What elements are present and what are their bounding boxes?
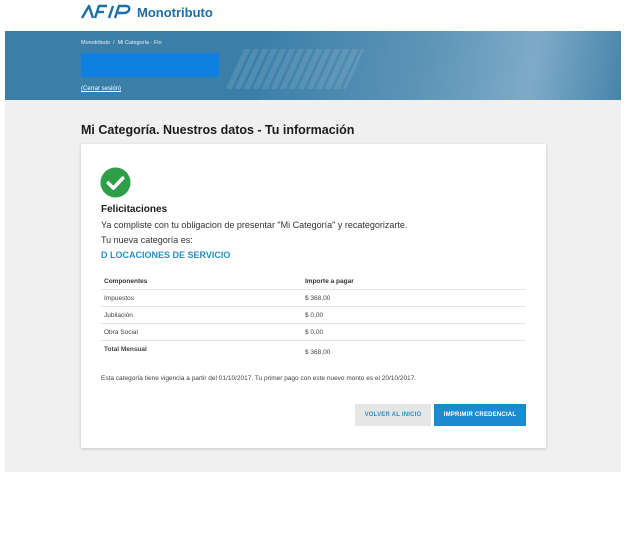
check-circle-icon [100,167,131,198]
category-value: D LOCACIONES DE SERVICIO [101,250,231,260]
validity-note: Esta categoría tiene vigencia a partir d… [101,375,417,382]
total-label: Total Mensual [104,346,147,353]
breadcrumb-separator: / [113,40,115,46]
back-to-home-button[interactable]: VOLVER AL INICIO [355,404,431,426]
brand-name: Monotributo [137,4,213,20]
print-credential-button[interactable]: IMPRIMIR CREDENCIAL [434,404,526,426]
breadcrumb-item-current: Mi Categoría - Fin [117,40,162,46]
header-banner: Monotributo / Mi Categoría - Fin (Cerrar s… [5,31,621,100]
user-name-redacted [81,53,219,77]
logout-link[interactable]: (Cerrar sesión) [81,86,121,92]
row-amount: $ 0,00 [305,329,324,336]
result-card: Felicitaciones Ya compliste con tu oblig… [81,144,546,448]
breadcrumb-item-monotributo[interactable]: Monotributo [81,40,110,46]
row-component: Jubilación [104,312,133,319]
payment-table: Componentes Importe a pagar Impuestos $ … [101,273,526,361]
row-component: Impuestos [104,295,134,302]
table-header-row: Componentes Importe a pagar [101,273,526,290]
afip-logo[interactable]: Monotributo [80,4,213,20]
total-row: Total Mensual $ 368,00 [101,341,526,361]
afip-logo-icon [80,4,131,19]
table-row: Impuestos $ 368,00 [101,290,526,307]
table-row: Jubilación $ 0,00 [101,307,526,324]
page-title: Mi Categoría. Nuestros datos - Tu inform… [81,123,355,137]
breadcrumb: Monotributo / Mi Categoría - Fin [81,40,162,46]
column-header-componentes: Componentes [104,278,148,285]
row-amount: $ 0,00 [305,312,324,319]
top-bar: Monotributo [0,0,627,30]
row-component: Obra Social [104,329,138,336]
column-header-importe: Importe a pagar [305,278,354,285]
new-category-label: Tu nueva categoría es: [101,235,193,245]
table-row: Obra Social $ 0,00 [101,324,526,341]
row-amount: $ 368,00 [305,295,331,302]
keyboard-graphic [225,49,365,89]
total-amount: $ 368,00 [305,349,331,356]
completion-message: Ya compliste con tu obligacion de presen… [101,220,408,230]
congrats-heading: Felicitaciones [101,204,168,215]
